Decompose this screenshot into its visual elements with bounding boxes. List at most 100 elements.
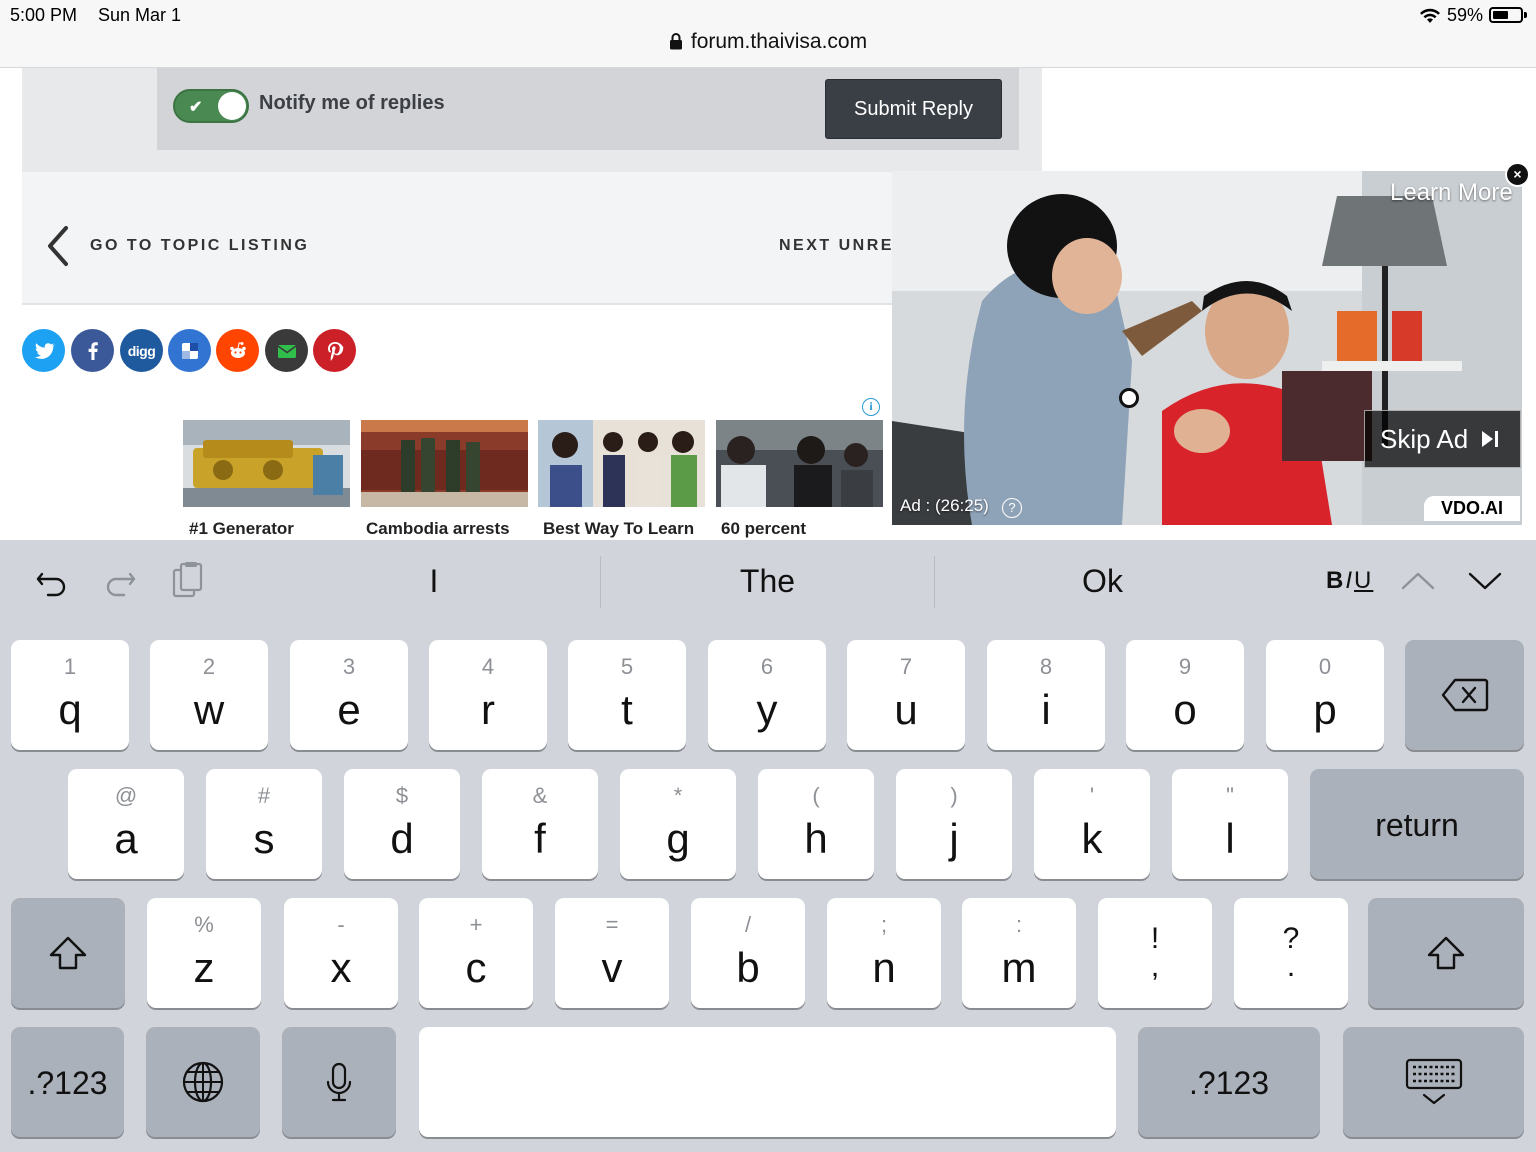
- battery-level: [1493, 11, 1509, 19]
- key-hint: %: [194, 912, 214, 937]
- notify-toggle[interactable]: ✔: [173, 89, 249, 123]
- key-x[interactable]: -x: [284, 898, 398, 1008]
- key-t[interactable]: 5t: [568, 640, 686, 750]
- key-l[interactable]: " l: [1172, 769, 1288, 879]
- key-s[interactable]: # s: [206, 769, 322, 879]
- key-letter: b: [736, 944, 760, 991]
- reddit-share-button[interactable]: [216, 329, 259, 372]
- key-d[interactable]: $ d: [344, 769, 460, 879]
- key-k[interactable]: ' k: [1034, 769, 1150, 879]
- help-icon[interactable]: ?: [1002, 498, 1022, 518]
- sponsored-caption[interactable]: 60 percent: [721, 519, 806, 539]
- key-w[interactable]: 2w: [150, 640, 268, 750]
- key-hint: :: [1015, 912, 1023, 937]
- paste-icon[interactable]: [168, 560, 208, 600]
- sponsored-caption[interactable]: Cambodia arrests: [366, 519, 510, 539]
- key-letter: x: [330, 944, 352, 991]
- vdo-ai-logo[interactable]: VDO.AI: [1424, 496, 1520, 521]
- key-f[interactable]: & f: [482, 769, 598, 879]
- pointer-cursor: [1119, 388, 1139, 408]
- key-c[interactable]: + c: [419, 898, 533, 1008]
- key-m[interactable]: :m: [962, 898, 1076, 1008]
- key-u[interactable]: 7u: [847, 640, 965, 750]
- key-y[interactable]: 6y: [708, 640, 826, 750]
- key-o[interactable]: 9o: [1126, 640, 1244, 750]
- skip-ad-button[interactable]: Skip Ad: [1364, 410, 1521, 468]
- sponsored-caption[interactable]: #1 Generator: [189, 519, 294, 539]
- suggestion-1[interactable]: I: [384, 563, 484, 600]
- digg-icon: digg: [127, 342, 156, 359]
- key-v[interactable]: = v: [555, 898, 669, 1008]
- sponsored-thumb-percent[interactable]: [716, 420, 883, 507]
- return-label: return: [1375, 807, 1459, 843]
- numbers-key-left[interactable]: .?123: [11, 1027, 124, 1137]
- sponsored-thumb-generator[interactable]: [183, 420, 350, 507]
- twitter-share-button[interactable]: [22, 329, 65, 372]
- space-key[interactable]: [419, 1027, 1116, 1137]
- key-hint: @: [114, 783, 138, 808]
- key-e[interactable]: 3e: [290, 640, 408, 750]
- key-a[interactable]: @ a: [68, 769, 184, 879]
- key-hint: =: [605, 912, 619, 937]
- key-comma[interactable]: !,: [1098, 898, 1212, 1008]
- key-n[interactable]: ; n: [827, 898, 941, 1008]
- globe-key[interactable]: [146, 1027, 260, 1137]
- info-icon[interactable]: i: [862, 398, 880, 416]
- digg-share-button[interactable]: digg: [120, 329, 163, 372]
- key-h[interactable]: (h: [758, 769, 874, 879]
- go-to-topic-listing-link[interactable]: GO TO TOPIC LISTING: [90, 237, 309, 255]
- key-j[interactable]: ) j: [896, 769, 1012, 879]
- next-unread-link[interactable]: NEXT UNREAD: [779, 237, 893, 255]
- shift-key-left[interactable]: [11, 898, 125, 1008]
- text-format-button[interactable]: BIU: [1326, 567, 1373, 595]
- envelope-icon: [277, 344, 296, 358]
- status-date: Sun Mar 1: [98, 5, 182, 25]
- key-b[interactable]: / b: [691, 898, 805, 1008]
- key-letter: n: [872, 944, 896, 991]
- checkmark-icon: ✔: [189, 99, 203, 116]
- key-hint: ": [1226, 783, 1234, 808]
- shift-icon: [1427, 936, 1465, 970]
- suggestion-2[interactable]: The: [700, 563, 835, 600]
- key-hint: 1: [63, 654, 77, 679]
- sponsored-thumb-learn[interactable]: [538, 420, 705, 507]
- key-hint: ;: [880, 912, 888, 937]
- chevron-up-icon[interactable]: [1398, 560, 1438, 600]
- sponsored-thumb-cambodia[interactable]: [361, 420, 528, 507]
- chevron-down-icon[interactable]: [1465, 560, 1505, 600]
- dictation-key[interactable]: [282, 1027, 396, 1137]
- return-key[interactable]: return: [1310, 769, 1524, 879]
- shift-icon: [49, 936, 87, 970]
- key-g[interactable]: * g: [620, 769, 736, 879]
- key-p[interactable]: 0p: [1266, 640, 1384, 750]
- key-letter: j: [949, 815, 959, 862]
- email-share-button[interactable]: [265, 329, 308, 372]
- submit-reply-button[interactable]: Submit Reply: [825, 79, 1002, 139]
- chevron-left-icon[interactable]: [44, 224, 72, 268]
- hide-keyboard-key[interactable]: [1343, 1027, 1524, 1137]
- key-i[interactable]: 8i: [987, 640, 1105, 750]
- key-letter: ,: [1150, 950, 1160, 983]
- facebook-share-button[interactable]: [71, 329, 114, 372]
- pinterest-share-button[interactable]: [313, 329, 356, 372]
- suggestion-3[interactable]: Ok: [1050, 563, 1155, 600]
- sponsored-caption[interactable]: Best Way To Learn: [543, 519, 694, 539]
- delicious-share-button[interactable]: [168, 329, 211, 372]
- key-q[interactable]: 1q: [11, 640, 129, 750]
- key-letter: k: [1081, 815, 1103, 862]
- cambodia-arrests-image: [361, 420, 528, 507]
- key-z[interactable]: % z: [147, 898, 261, 1008]
- battery-percent: 59%: [1447, 5, 1484, 25]
- key-r[interactable]: 4r: [429, 640, 547, 750]
- key-period[interactable]: ?.: [1234, 898, 1348, 1008]
- key-hint: *: [673, 783, 683, 808]
- numbers-key-right[interactable]: .?123: [1138, 1027, 1320, 1137]
- numbers-label: .?123: [1188, 1065, 1270, 1101]
- undo-icon[interactable]: [32, 560, 72, 600]
- shift-key-right[interactable]: [1368, 898, 1524, 1008]
- video-ad-player[interactable]: [892, 171, 1522, 525]
- redo-icon[interactable]: [100, 560, 140, 600]
- address-bar[interactable]: forum.thaivisa.com: [0, 30, 1536, 54]
- backspace-key[interactable]: [1405, 640, 1524, 750]
- learn-more-link[interactable]: Learn More: [1390, 179, 1513, 207]
